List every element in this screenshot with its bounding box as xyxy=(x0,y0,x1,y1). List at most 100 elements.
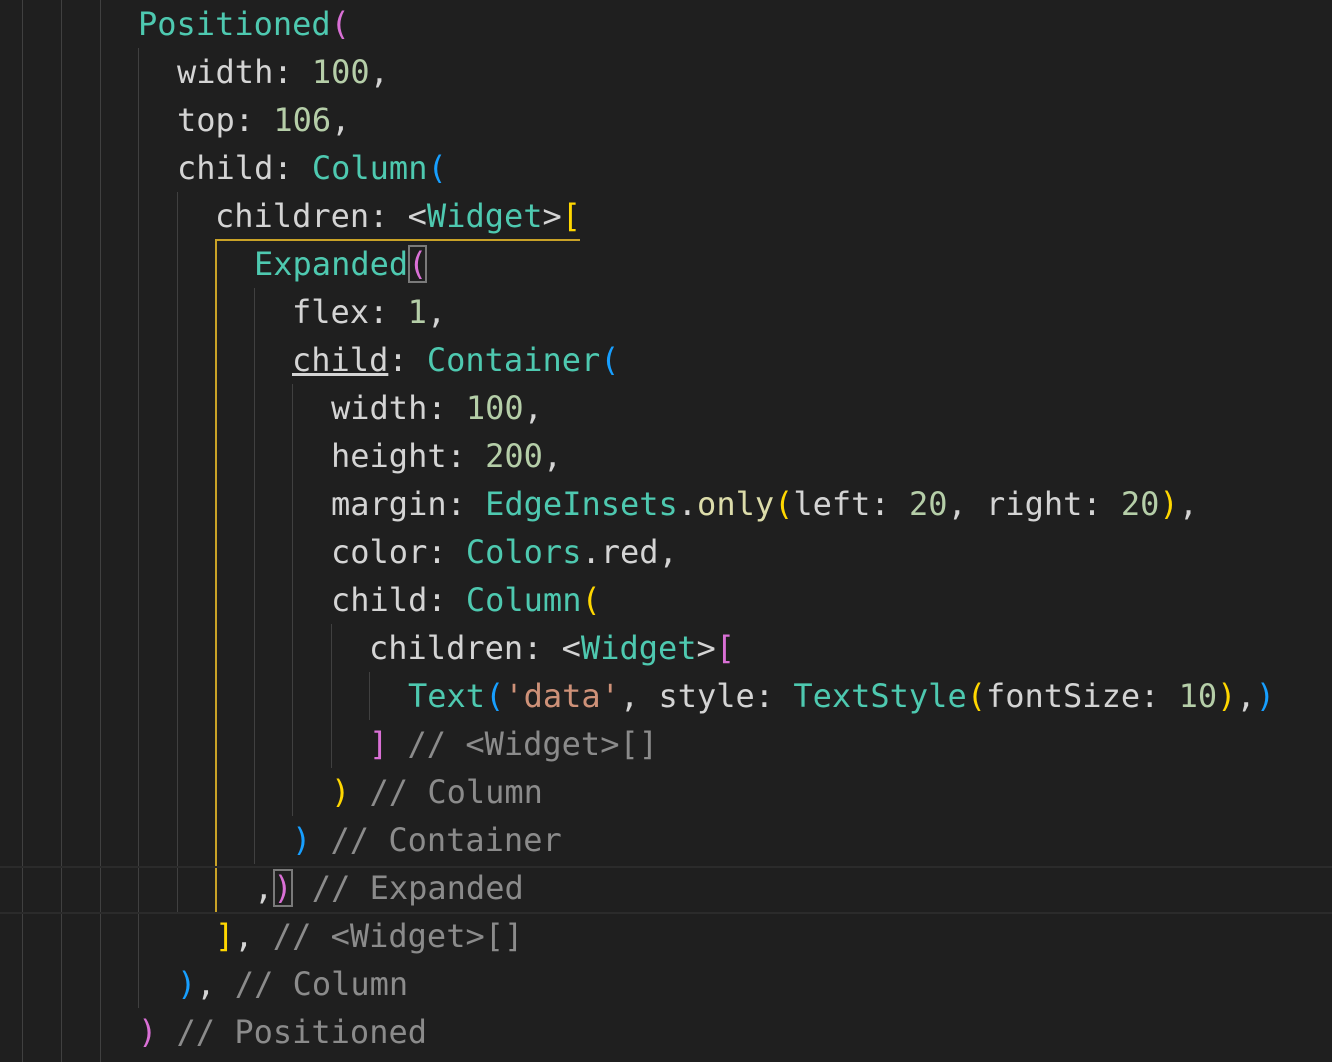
number-token: 20 xyxy=(1120,485,1160,523)
number-token: 106 xyxy=(273,101,332,139)
punctuation: > xyxy=(696,629,716,667)
bracket: ( xyxy=(966,677,986,715)
code-line[interactable]: Positioned( xyxy=(138,0,350,48)
number-token: 100 xyxy=(465,389,524,427)
bracket: ( xyxy=(427,149,447,187)
indent-guide xyxy=(177,192,178,912)
punctuation: : xyxy=(446,437,486,475)
property-token: width xyxy=(331,389,428,427)
current-line-highlight xyxy=(0,866,1332,914)
bracket: ( xyxy=(581,581,601,619)
bracket: ( xyxy=(485,677,505,715)
bracket: ) xyxy=(177,965,197,1003)
argument-name: fontSize xyxy=(985,677,1141,715)
code-line[interactable]: child: Container( xyxy=(292,336,620,384)
property-link[interactable]: child xyxy=(292,341,388,379)
code-line[interactable]: color: Colors.red, xyxy=(331,528,678,576)
comment-token: // <Widget>[] xyxy=(388,725,658,763)
bracket: ) xyxy=(331,773,351,811)
punctuation: > xyxy=(542,197,562,235)
punctuation: : < xyxy=(523,629,581,667)
code-line[interactable]: height: 200, xyxy=(331,432,562,480)
number-token: 1 xyxy=(407,293,427,331)
class-token: Widget xyxy=(580,629,697,667)
punctuation: : xyxy=(427,533,466,571)
class-token: Widget xyxy=(426,197,543,235)
comment-token: // Positioned xyxy=(157,1013,427,1051)
class-token: Column xyxy=(311,149,428,187)
punctuation: : xyxy=(446,485,486,523)
bracket: [ xyxy=(561,197,582,235)
punctuation: , xyxy=(1178,485,1198,523)
code-line[interactable]: child: Column( xyxy=(331,576,601,624)
matched-bracket: ) xyxy=(273,869,293,907)
code-line[interactable]: ) // Container xyxy=(292,816,562,864)
bracket: ) xyxy=(1159,485,1179,523)
code-line[interactable]: width: 100, xyxy=(177,48,389,96)
property-token: top xyxy=(177,101,235,139)
code-line[interactable]: ], // <Widget>[] xyxy=(215,912,523,960)
class-token: Text xyxy=(408,677,486,715)
code-line[interactable]: ) // Column xyxy=(331,768,543,816)
punctuation: , xyxy=(542,437,563,475)
number-token: 10 xyxy=(1178,677,1218,715)
code-line[interactable]: Expanded( xyxy=(254,240,428,288)
code-line[interactable]: ,) // Expanded xyxy=(254,864,524,912)
property-token: flex xyxy=(292,293,370,331)
bracket: ) xyxy=(1217,677,1237,715)
punctuation: , xyxy=(947,485,987,523)
code-line[interactable]: ] // <Widget>[] xyxy=(369,720,658,768)
bracket: ) xyxy=(1255,677,1275,715)
class-token: Container xyxy=(426,341,601,379)
bracket: ( xyxy=(774,485,794,523)
property-token: color xyxy=(331,533,428,571)
comment-token: // Expanded xyxy=(292,869,524,907)
code-line[interactable]: child: Column( xyxy=(177,144,447,192)
code-line[interactable]: margin: EdgeInsets.only(left: 20, right:… xyxy=(331,480,1198,528)
punctuation: , xyxy=(331,101,351,139)
indent-guide xyxy=(292,384,293,816)
class-token: Colors xyxy=(465,533,582,571)
punctuation: : xyxy=(1140,677,1179,715)
property-token: margin xyxy=(331,485,447,523)
argument-name: left xyxy=(793,485,871,523)
indent-guide xyxy=(138,48,139,1008)
code-line[interactable]: Text('data', style: TextStyle(fontSize: … xyxy=(408,672,1275,720)
code-line[interactable]: width: 100, xyxy=(331,384,543,432)
class-token: Positioned xyxy=(138,5,331,43)
indent-guide xyxy=(331,624,332,768)
bracket: ( xyxy=(330,5,350,43)
code-line[interactable]: children: <Widget>[ xyxy=(369,624,735,672)
code-line[interactable]: children: <Widget>[ xyxy=(215,192,581,240)
punctuation: : xyxy=(427,389,466,427)
active-indent-guide xyxy=(215,240,217,912)
punctuation: . xyxy=(677,485,698,523)
number-token: 200 xyxy=(485,437,543,475)
punctuation: : xyxy=(427,581,466,619)
punctuation: : xyxy=(273,149,312,187)
code-editor[interactable]: Positioned( width: 100, top: 106, child:… xyxy=(0,0,1332,1062)
code-line[interactable]: top: 106, xyxy=(177,96,350,144)
function-token: only xyxy=(697,485,775,523)
member-token: .red, xyxy=(581,533,678,571)
class-token: EdgeInsets xyxy=(485,485,678,523)
punctuation: , style: xyxy=(619,677,794,715)
bracket: ) xyxy=(138,1013,158,1051)
indent-guide xyxy=(254,288,255,864)
punctuation: : xyxy=(870,485,909,523)
property-token: child xyxy=(331,581,428,619)
code-line[interactable]: flex: 1, xyxy=(292,288,446,336)
property-token: width xyxy=(177,53,274,91)
bracket: ) xyxy=(292,821,312,859)
property-token: children xyxy=(369,629,524,667)
bracket: [ xyxy=(715,629,736,667)
punctuation: : xyxy=(234,101,274,139)
property-token: children xyxy=(215,197,370,235)
punctuation: : xyxy=(369,293,408,331)
class-token: Column xyxy=(465,581,582,619)
code-line[interactable]: ) // Positioned xyxy=(138,1008,427,1056)
comment-token: // <Widget>[] xyxy=(253,917,524,955)
code-line[interactable]: ), // Column xyxy=(177,960,408,1008)
string-token: 'data' xyxy=(504,677,620,715)
punctuation: : < xyxy=(369,197,427,235)
